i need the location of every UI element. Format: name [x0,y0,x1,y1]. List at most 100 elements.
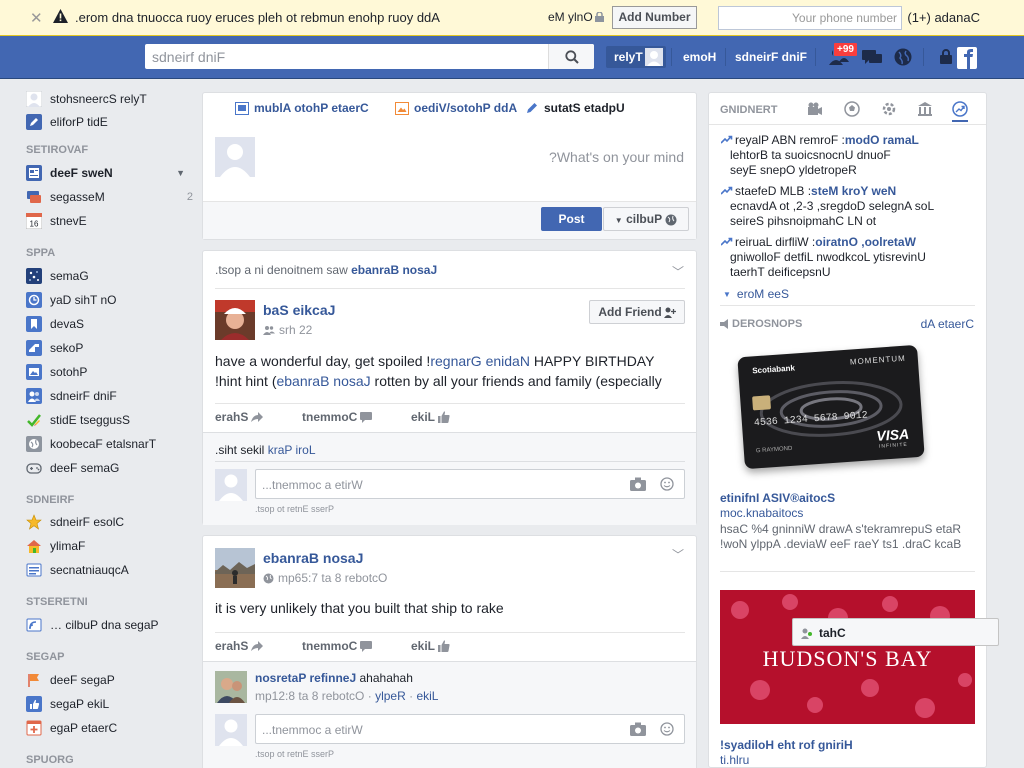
comment-like-link[interactable]: ekiL [416,689,438,703]
sidebar-item-games-feed[interactable]: deeF semaG [26,459,201,477]
author-avatar[interactable] [215,300,255,340]
comment-placeholder: ...tnemmoc a etirW [262,723,363,737]
post-timestamp[interactable]: srh 22 [263,323,312,337]
mention-link[interactable]: regnarG enidaN [430,353,530,369]
tab-add-photo-video[interactable]: oediV/sotohP ddA [395,101,517,115]
trending-item[interactable]: reiruaL dirfliW :oiratnO ,oolretaW gniwo… [721,235,976,280]
emoji-icon[interactable] [660,477,674,491]
sidebar-item-family[interactable]: ylimaF [26,537,201,555]
phone-input[interactable]: Your phone number [718,6,902,30]
sidebar-item-pokes[interactable]: sekoP [26,339,201,357]
add-friend-button[interactable]: Add Friend [589,300,685,324]
ad-title-link[interactable]: etinifnI ASIV®aitocS [720,491,835,505]
post-options-icon[interactable]: ﹀ [672,263,684,280]
trending-arrow-icon [721,135,735,144]
more-options-icon[interactable]: ▼ [176,168,185,178]
tab-politics-icon[interactable] [917,101,933,117]
sidebar-item-create-page[interactable]: egaP etaerC [26,719,201,737]
share-button[interactable]: erahS [215,639,264,653]
camera-icon[interactable] [630,477,646,491]
tab-update-status[interactable]: sutatS etadpU [525,101,625,115]
sidebar-item-close-friends[interactable]: sdneirF esolC [26,513,201,531]
ad-url-link[interactable]: ti.hlru [720,753,749,767]
tab-movies-icon[interactable] [807,101,823,117]
sidebar-item-messages[interactable]: segasseM 2 [26,188,201,206]
tab-trending-icon[interactable] [952,101,968,122]
tab-sports-icon[interactable] [844,101,860,117]
ad-title-link[interactable]: !syadiloH eht rof gniriH [720,738,853,752]
sidebar-item-pages-public[interactable]: … cilbuP dna segaP [26,616,201,634]
sidebar-item-translate[interactable]: koobecaF etalsnarT [26,435,201,453]
ad-url-link[interactable]: moc.knabaitocs [720,506,803,520]
sidebar-item-saved[interactable]: devaS [26,315,201,333]
messages-icon[interactable] [861,47,883,67]
privacy-lock-icon[interactable] [940,49,952,64]
search-input[interactable]: sdneirf dniF [145,44,594,69]
sidebar-item-news-feed[interactable]: deeF sweN ▼ [26,164,201,182]
sidebar-item-acquaintances[interactable]: secnatniauqcA [26,561,201,579]
trending-title-link[interactable]: modO ramaL [845,133,919,147]
share-button[interactable]: erahS [215,410,264,424]
author-name-link[interactable]: baS eikcaJ [263,302,335,318]
mention-link[interactable]: ebanraB nosaJ [276,373,370,389]
sidebar-item-on-this-day[interactable]: yaD sihT nO [26,291,201,309]
comment-button[interactable]: tnemmoC [302,639,373,653]
account-menu-icon[interactable] [955,43,979,71]
commenter-avatar[interactable] [215,671,247,703]
sidebar-item-find-friends[interactable]: sdneirF dniF [26,387,201,405]
author-name-link[interactable]: ebanraB nosaJ [263,550,363,566]
post-timestamp[interactable]: mp65:7 ta 8 rebotcO [263,571,387,585]
add-number-button[interactable]: Add Number [612,6,697,29]
post-line: !hint hint (ebanraB nosaJ rotten by all … [215,371,685,391]
chat-tab[interactable]: tahC [792,618,999,646]
sidebar-item-edit-profile[interactable]: eliforP tidE [26,113,201,131]
audience-selector[interactable]: ▼ cilbuP [603,207,689,231]
ad-banner-image[interactable]: HUDSON'S BAY [720,590,975,724]
sidebar-item-pages-feed[interactable]: deeF segaP [26,671,201,689]
post-button[interactable]: Post [541,207,602,231]
tab-create-album[interactable]: mublA otohP etaerC [235,101,369,115]
reply-link[interactable]: ylpeR [375,689,406,703]
create-ad-link[interactable]: dA etaerC [921,317,974,331]
trending-item[interactable]: staefeD MLB :steM kroY weN ecnavdA ot ,2… [721,184,976,229]
comment-time[interactable]: mp12:8 ta 8 rebotcO [255,689,364,703]
trending-item[interactable]: reyalP ABN remroF :modO ramaL lehtorB ta… [721,133,976,178]
comment-button[interactable]: tnemmoC [302,410,373,424]
comment-input[interactable]: ...tnemmoc a etirW [255,714,685,744]
sidebar-item-events[interactable]: 16 stnevE [26,212,201,230]
like-button[interactable]: ekiL [411,639,450,653]
search-button[interactable] [548,44,594,69]
edit-pencil-icon [26,114,42,130]
sponsored-label: DEROSNOPS [732,318,803,330]
sidebar-item-suggest-edits[interactable]: stidE tseggusS [26,411,201,429]
find-friends-link[interactable]: sdneirF dniF [735,50,807,64]
sidebar-item-like-pages[interactable]: segaP ekiL [26,695,201,713]
comment-input[interactable]: ...tnemmoc a etirW [255,469,685,499]
emoji-icon[interactable] [660,722,674,736]
post-options-icon[interactable]: ﹀ [672,546,684,563]
liker-name-link[interactable]: kraP iroL [268,443,316,457]
divider [720,571,975,572]
ad-credit-card-image[interactable]: Scotiabank MOMENTUM 4536 1234 5678 9012 … [737,344,925,470]
sidebar-games-feed-label: deeF semaG [50,461,120,475]
commenter-name-link[interactable]: nosretaP refinneJ [255,671,356,685]
country-code-select[interactable]: (1+) adanaC [907,10,980,25]
story-name-link[interactable]: ebanraB nosaJ [351,263,437,277]
tab-science-icon[interactable] [881,101,897,117]
trending-title-link[interactable]: steM kroY weN [811,184,896,198]
sidebar-item-photos[interactable]: sotohP [26,363,201,381]
like-button[interactable]: ekiL [411,410,450,424]
sidebar-item-games[interactable]: semaG [26,267,201,285]
home-link[interactable]: emoH [683,50,716,64]
notifications-globe-icon[interactable] [893,47,913,67]
camera-icon[interactable] [630,722,646,736]
sidebar-item-profile[interactable]: stohsneercS relyT [26,90,201,108]
privacy-selector[interactable]: eM ylnO [548,10,604,24]
profile-link[interactable]: relyT [606,46,666,68]
author-avatar[interactable] [215,548,255,588]
status-input[interactable]: ?What's on your mind [549,149,684,165]
trending-title-link[interactable]: oiratnO ,oolretaW [815,235,916,249]
svg-text:16: 16 [30,220,39,229]
see-more-link[interactable]: ▼ eroM eeS [723,287,789,301]
close-icon[interactable]: ✕ [30,9,43,27]
